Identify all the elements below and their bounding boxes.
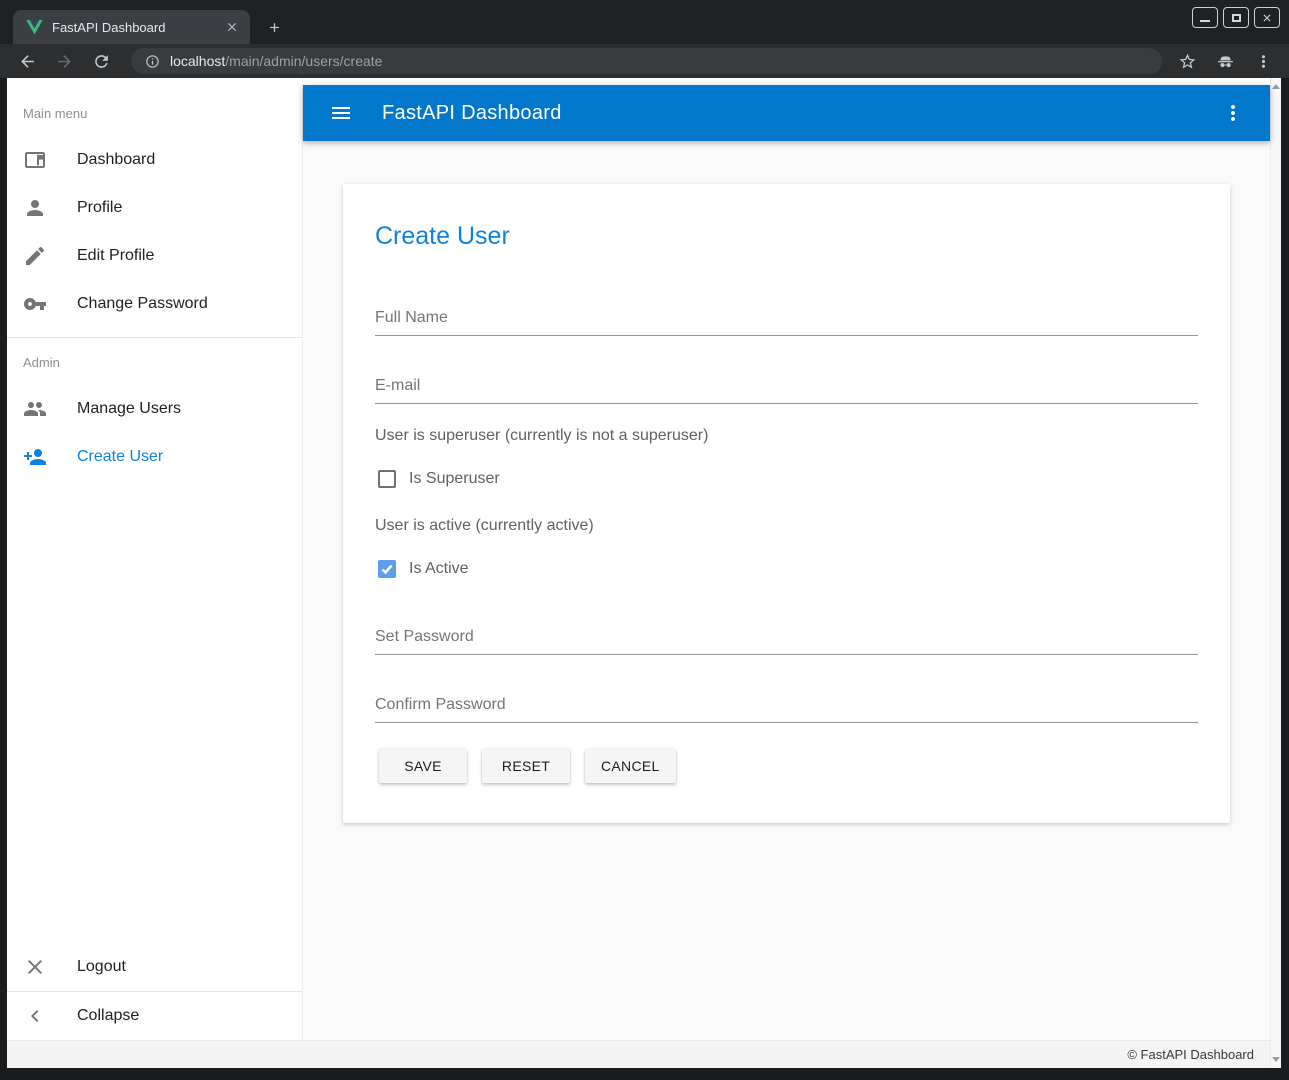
sidebar-item-label: Dashboard [77,151,155,169]
reset-button[interactable]: RESET [482,749,570,783]
is-active-label: Is Active [409,560,469,578]
sidebar-item-label: Change Password [77,295,208,313]
superuser-hint: User is superuser (currently is not a su… [375,426,1198,446]
hamburger-menu-icon[interactable] [329,101,353,125]
sidebar-item-label: Collapse [77,1007,139,1025]
close-window-button[interactable] [1254,7,1280,28]
is-superuser-checkbox[interactable] [378,470,396,488]
footer-copyright: © FastAPI Dashboard [1127,1047,1254,1062]
appbar-menu-icon[interactable] [1221,101,1245,125]
full-name-field [375,300,1198,336]
check-icon [381,563,393,575]
url-path: /main/admin/users/create [225,53,382,69]
forward-button[interactable] [53,50,75,72]
page-viewport: Main menu Dashboard Profile Edit Profile [7,78,1281,1068]
url-text: localhost/main/admin/users/create [170,53,382,69]
reload-button[interactable] [90,50,112,72]
sidebar-item-create-user[interactable]: Create User [7,433,302,481]
browser-window: FastAPI Dashboard [0,0,1289,1080]
reload-icon [92,52,111,71]
vue-logo-icon [26,20,43,35]
logout-x-icon [23,955,47,979]
page-title: Create User [375,222,1198,250]
incognito-icon [1216,52,1235,71]
email-input[interactable] [375,368,1198,404]
browser-menu-icon[interactable] [1254,52,1273,71]
new-tab-button[interactable] [261,14,287,40]
dashboard-icon [23,148,47,172]
active-hint: User is active (currently active) [375,516,1198,536]
scrollbar-up-arrow-icon[interactable] [1272,84,1280,89]
maximize-icon [1232,14,1241,22]
sidebar-section-admin: Admin [7,338,302,385]
pencil-icon [23,244,47,268]
window-controls [1192,7,1280,28]
minimize-icon [1200,20,1210,22]
browser-tab[interactable]: FastAPI Dashboard [13,10,250,44]
is-superuser-label: Is Superuser [409,470,500,488]
sidebar-item-logout[interactable]: Logout [7,943,302,991]
save-button[interactable]: SAVE [379,749,467,783]
sidebar-item-label: Manage Users [77,400,181,418]
sidebar-item-label: Logout [77,958,126,976]
person-icon [23,196,47,220]
browser-toolbar: localhost/main/admin/users/create [0,44,1289,78]
sidebar-item-dashboard[interactable]: Dashboard [7,136,302,184]
sidebar-item-profile[interactable]: Profile [7,184,302,232]
set-password-input[interactable] [375,619,1198,655]
maximize-button[interactable] [1223,7,1249,28]
key-icon [23,292,47,316]
sidebar-item-label: Create User [77,448,163,466]
bookmark-star-icon[interactable] [1178,52,1197,71]
sidebar-section-main-menu: Main menu [7,78,302,136]
sidebar-item-collapse[interactable]: Collapse [7,992,302,1040]
confirm-password-field [375,687,1198,723]
email-field [375,368,1198,404]
is-active-row: Is Active [378,560,1198,578]
back-button[interactable] [16,50,38,72]
sidebar-item-manage-users[interactable]: Manage Users [7,385,302,433]
plus-icon [267,20,282,35]
browser-titlebar: FastAPI Dashboard [0,0,1289,44]
sidebar-item-change-password[interactable]: Change Password [7,280,302,328]
scrollbar-down-arrow-icon[interactable] [1272,1057,1280,1062]
full-name-input[interactable] [375,300,1198,336]
people-icon [23,397,47,421]
toolbar-actions [1178,52,1273,71]
confirm-password-input[interactable] [375,687,1198,723]
site-info-icon[interactable] [145,54,160,69]
address-bar[interactable]: localhost/main/admin/users/create [131,48,1162,74]
is-active-checkbox[interactable] [378,560,396,578]
set-password-field [375,619,1198,655]
back-icon [18,52,37,71]
minimize-button[interactable] [1192,7,1218,28]
form-actions: SAVE RESET CANCEL [379,749,1198,783]
sidebar-item-label: Edit Profile [77,247,154,265]
tab-close-icon[interactable] [224,19,240,35]
create-user-card: Create User User is superuser (currently… [343,184,1230,823]
app-bar: FastAPI Dashboard [303,85,1270,141]
tab-title: FastAPI Dashboard [52,20,224,35]
url-host: localhost [170,53,225,69]
forward-icon [55,52,74,71]
page-content: Create User User is superuser (currently… [303,141,1270,1040]
page-footer: © FastAPI Dashboard [7,1040,1270,1068]
person-add-icon [23,445,47,469]
close-icon [1261,12,1273,24]
appbar-title: FastAPI Dashboard [382,102,1221,125]
cancel-button[interactable]: CANCEL [585,749,676,783]
sidebar-bottom: Logout Collapse [7,943,302,1040]
sidebar-item-edit-profile[interactable]: Edit Profile [7,232,302,280]
sidebar: Main menu Dashboard Profile Edit Profile [7,78,303,1040]
chevron-left-icon [23,1004,47,1028]
main-area: FastAPI Dashboard Create User User is su… [303,78,1270,1040]
sidebar-item-label: Profile [77,199,122,217]
is-superuser-row: Is Superuser [378,470,1198,488]
page-scrollbar[interactable] [1270,78,1281,1068]
